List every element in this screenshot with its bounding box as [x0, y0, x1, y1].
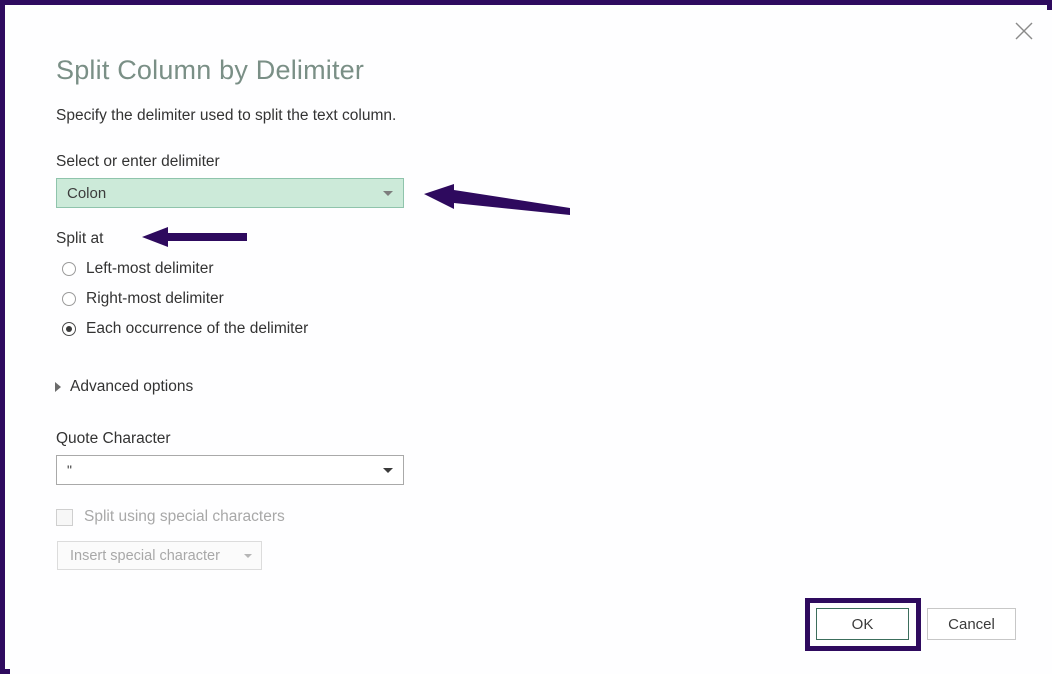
radio-icon-selected [62, 322, 76, 336]
ok-button[interactable]: OK [816, 608, 909, 640]
close-icon[interactable] [1004, 14, 1044, 48]
annotation-arrow-to-split-at-label [142, 227, 247, 247]
annotation-frame: Split Column by Delimiter Specify the de… [0, 0, 1052, 674]
checkbox-label: Split using special characters [84, 508, 285, 525]
quote-character-label: Quote Character [56, 430, 171, 447]
chevron-down-icon [373, 467, 403, 473]
radio-label: Left-most delimiter [86, 260, 214, 277]
advanced-options-label: Advanced options [70, 378, 194, 395]
chevron-down-icon [235, 553, 261, 558]
checkbox-icon [56, 508, 73, 526]
radio-label: Each occurrence of the delimiter [86, 320, 309, 337]
radio-label: Right-most delimiter [86, 290, 224, 307]
chevron-right-icon [55, 382, 61, 392]
radio-each-occurrence-of-the-delimiter[interactable]: Each occurrence of the delimiter [62, 318, 308, 340]
quote-character-dropdown[interactable]: " [56, 455, 404, 485]
dialog-subtitle: Specify the delimiter used to split the … [56, 107, 397, 124]
quote-character-value: " [67, 462, 72, 478]
radio-right-most-delimiter[interactable]: Right-most delimiter [62, 288, 224, 310]
delimiter-dropdown[interactable]: Colon [56, 178, 404, 208]
annotation-arrow-to-delimiter-dropdown [424, 184, 570, 215]
dialog-title: Split Column by Delimiter [56, 55, 365, 85]
insert-special-character-label: Insert special character [70, 547, 220, 564]
delimiter-label: Select or enter delimiter [56, 153, 220, 170]
split-at-label: Split at [56, 230, 104, 247]
chevron-down-icon [373, 190, 403, 196]
split-column-by-delimiter-dialog: Split Column by Delimiter Specify the de… [10, 10, 1052, 674]
radio-left-most-delimiter[interactable]: Left-most delimiter [62, 258, 213, 280]
delimiter-selected-value: Colon [67, 184, 107, 202]
split-using-special-characters-checkbox: Split using special characters [56, 506, 285, 528]
insert-special-character-button: Insert special character [57, 541, 262, 570]
radio-icon [62, 262, 76, 276]
advanced-options-expander[interactable]: Advanced options [55, 376, 193, 398]
radio-icon [62, 292, 76, 306]
cancel-button[interactable]: Cancel [927, 608, 1016, 640]
